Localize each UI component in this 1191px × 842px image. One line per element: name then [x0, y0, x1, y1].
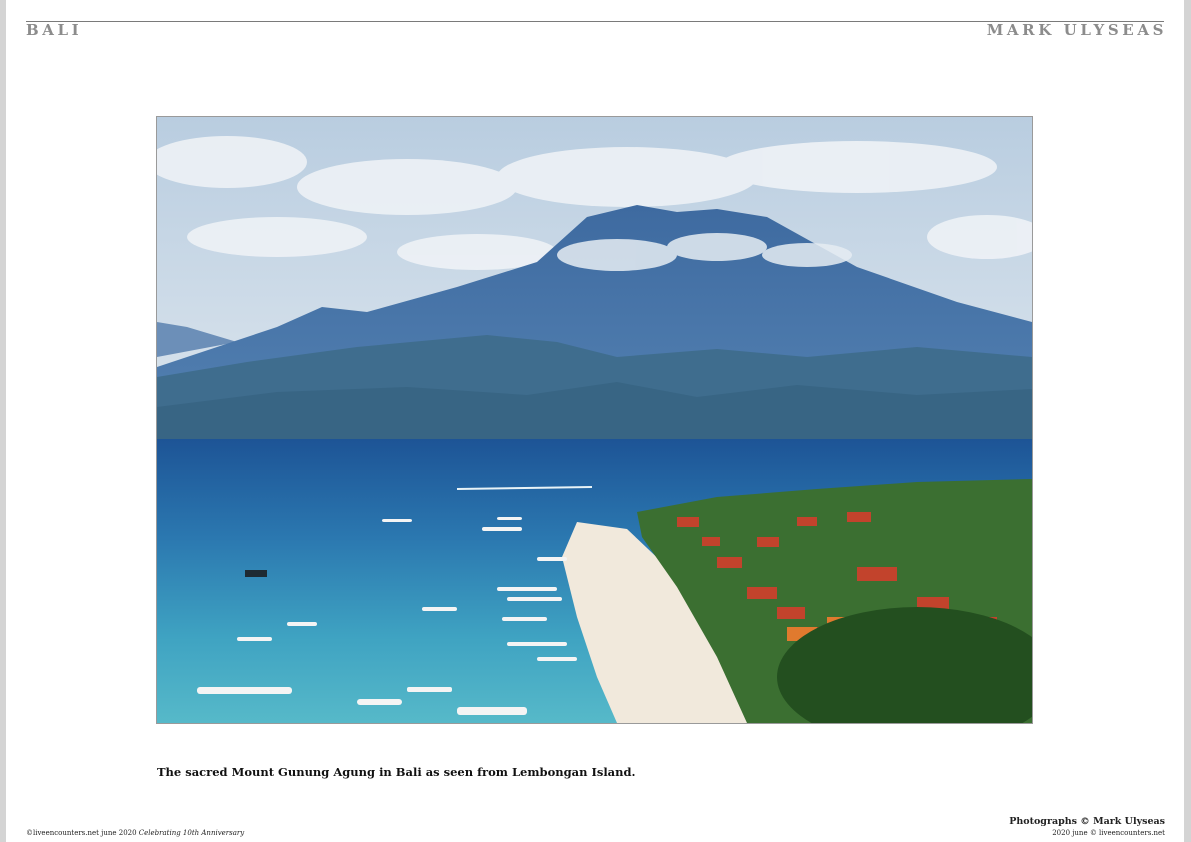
header-author-name: MARK ULYSEAS [986, 21, 1167, 39]
photo-credit: Photographs © Mark Ulyseas [1009, 816, 1165, 827]
footer-copyright: ©liveencounters.net june 2020 Celebratin… [26, 829, 244, 837]
footer-site: 2020 june © liveencounters.net [1052, 829, 1165, 837]
header-section-title: BALI [26, 21, 83, 39]
photo-caption: The sacred Mount Gunung Agung in Bali as… [157, 765, 636, 779]
photo-illustration [157, 117, 1032, 723]
footer-anniversary: Celebrating 10th Anniversary [138, 829, 245, 837]
magazine-page: BALI MARK ULYSEAS The sacred Mount Gunun… [6, 0, 1184, 842]
landscape-photo [156, 116, 1033, 724]
dark-boat [245, 570, 267, 577]
footer-copyright-text: ©liveencounters.net june 2020 [26, 829, 139, 837]
